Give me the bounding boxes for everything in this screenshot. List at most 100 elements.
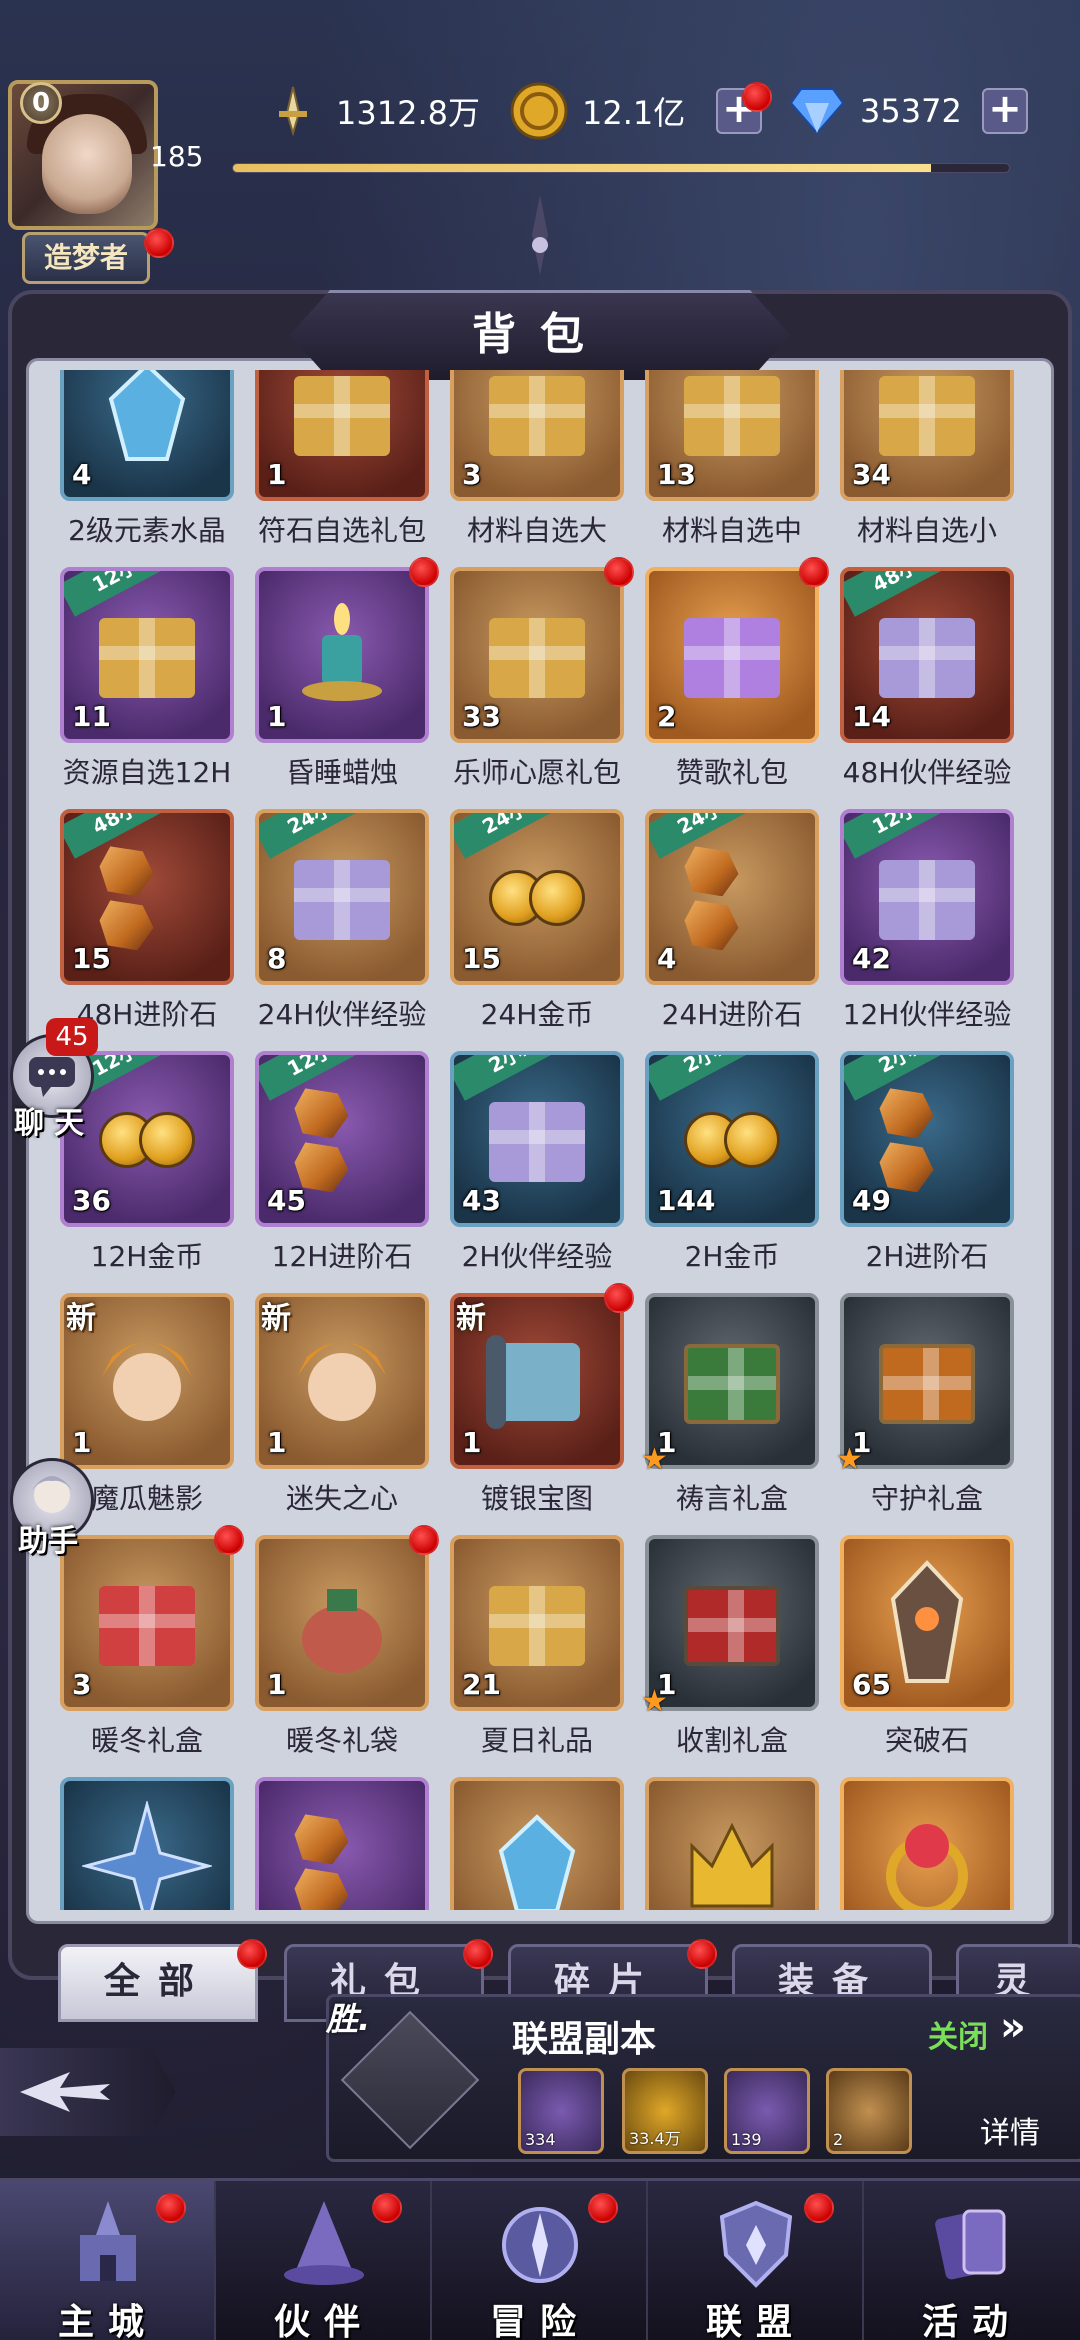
bag-item[interactable]: 2 赞歌礼包 — [645, 557, 829, 789]
item-name: 24H金币 — [480, 998, 594, 1031]
guild-close-button[interactable]: 关闭 — [928, 2012, 988, 2056]
item-tile[interactable]: 1 — [255, 1535, 429, 1711]
bag-item[interactable]: 新 1 魔瓜魅影 — [60, 1293, 234, 1515]
item-tile[interactable]: 24小时 8 — [255, 809, 429, 985]
item-tile[interactable]: 65 — [840, 1535, 1014, 1711]
item-tile[interactable]: 12小时 11 — [60, 567, 234, 743]
star-icon: ★ — [836, 1442, 863, 1477]
gift-box-icon — [879, 376, 975, 457]
bag-item[interactable]: 4 2级元素水晶 — [60, 370, 234, 547]
bag-item[interactable]: 24小时 8 24H伙伴经验 — [255, 809, 429, 1031]
item-tile[interactable]: 3 — [450, 370, 624, 501]
item-tile[interactable]: 3 — [60, 1535, 234, 1711]
item-tile[interactable] — [840, 1777, 1014, 1910]
item-tile[interactable]: 34 — [840, 370, 1014, 501]
bag-item[interactable]: 1 ★ 祷言礼盒 — [641, 1293, 819, 1515]
nav-partners[interactable]: 伙伴 — [216, 2181, 432, 2340]
reward-item[interactable]: 334 — [518, 2068, 604, 2154]
bag-item[interactable]: 12小时 42 12H伙伴经验 — [840, 809, 1014, 1031]
double-chevron-right-icon[interactable]: » — [1000, 2004, 1026, 2050]
item-tile[interactable]: 12小时 45 — [255, 1051, 429, 1227]
item-tile[interactable]: 24小时 4 — [645, 809, 819, 985]
item-tile[interactable]: 1 — [255, 370, 429, 501]
item-tile[interactable]: 新1 — [60, 1293, 234, 1469]
bag-item[interactable]: 24小时 4 24H进阶石 — [645, 809, 819, 1031]
item-tile[interactable]: 1 — [840, 1293, 1014, 1469]
item-tile[interactable]: 12小时 42 — [840, 809, 1014, 985]
bag-item[interactable] — [60, 1777, 234, 1910]
item-tile[interactable]: 4 — [60, 370, 234, 501]
item-tile[interactable] — [645, 1777, 819, 1910]
bag-item[interactable]: 3 材料自选大 — [450, 370, 624, 547]
item-tile[interactable]: 2小时 43 — [450, 1051, 624, 1227]
item-tile[interactable]: 21 — [450, 1535, 624, 1711]
bag-item[interactable]: 48小时 14 48H伙伴经验 — [840, 567, 1014, 789]
item-grid-inner: 4 2级元素水晶 1 符石自选礼包 3 材料自选大 13 材料自选中 34 材料自选小 12小时 11… — [60, 370, 1042, 1910]
bag-item[interactable]: 新 1 迷失之心 — [255, 1293, 429, 1515]
bag-item[interactable]: 2小时 43 2H伙伴经验 — [450, 1051, 624, 1273]
item-tile[interactable]: 24小时 15 — [450, 809, 624, 985]
reward-item[interactable]: 33.4万 — [622, 2068, 708, 2154]
bag-item[interactable]: 1 符石自选礼包 — [255, 370, 429, 547]
bag-item[interactable]: 65 突破石 — [840, 1535, 1014, 1757]
item-tile[interactable] — [255, 1777, 429, 1910]
bag-item[interactable]: 21 夏日礼品 — [450, 1535, 624, 1757]
item-tile[interactable]: 48小时 15 — [60, 809, 234, 985]
item-tile[interactable]: 2小时 144 — [645, 1051, 819, 1227]
bag-item[interactable]: 24小时 15 24H金币 — [450, 809, 624, 1031]
bag-item[interactable]: 34 材料自选小 — [840, 370, 1014, 547]
bag-item[interactable] — [255, 1777, 429, 1910]
item-tile[interactable]: 新1 — [255, 1293, 429, 1469]
item-tile[interactable]: 2 — [645, 567, 819, 743]
tab-all[interactable]: 全部 — [58, 1939, 267, 2022]
item-grid[interactable]: 4 2级元素水晶 1 符石自选礼包 3 材料自选大 13 材料自选中 34 材料自选小 12小时 11… — [38, 370, 1042, 1910]
bag-item[interactable] — [450, 1777, 624, 1910]
item-tile[interactable]: 1 — [645, 1535, 819, 1711]
add-diamond-button[interactable]: + — [982, 88, 1028, 134]
bag-item[interactable]: 2小时 144 2H金币 — [645, 1051, 819, 1273]
item-tile[interactable] — [450, 1777, 624, 1910]
bag-item[interactable]: 1 ★ 守护礼盒 — [836, 1293, 1014, 1515]
reward-item[interactable]: 139 — [724, 2068, 810, 2154]
item-tile[interactable]: 13 — [645, 370, 819, 501]
bag-item[interactable]: 13 材料自选中 — [645, 370, 819, 547]
nav-events[interactable]: 活动 — [864, 2181, 1080, 2340]
gold-coin-icon — [508, 80, 570, 142]
bag-item[interactable]: 2小时 49 2H进阶石 — [840, 1051, 1014, 1273]
reward-item[interactable]: 2 — [826, 2068, 912, 2154]
item-tile[interactable] — [60, 1777, 234, 1910]
bag-item[interactable]: 12小时 11 资源自选12H — [60, 567, 234, 789]
item-tile[interactable]: 新1 — [450, 1293, 624, 1469]
item-count: 15 — [462, 942, 501, 975]
item-count: 33 — [462, 700, 501, 733]
nav-main-city[interactable]: 主城 — [0, 2181, 216, 2340]
nav-alliance[interactable]: 联盟 — [648, 2181, 864, 2340]
bag-item[interactable]: 33 乐师心愿礼包 — [450, 557, 634, 789]
bag-item[interactable] — [840, 1777, 1014, 1910]
nav-adventure[interactable]: 冒险 — [432, 2181, 648, 2340]
shield-icon — [719, 2200, 793, 2288]
bag-item[interactable] — [645, 1777, 819, 1910]
item-tile[interactable]: 1 — [255, 567, 429, 743]
bag-item[interactable]: 1 暖冬礼袋 — [255, 1525, 439, 1757]
guild-details-button[interactable]: 详情 — [980, 2108, 1040, 2152]
item-count: 144 — [657, 1184, 716, 1217]
item-name: 暖冬礼袋 — [285, 1724, 398, 1757]
bag-item[interactable]: 新 1 镀银宝图 — [450, 1283, 634, 1515]
crystal-icon — [487, 1811, 587, 1910]
bag-item[interactable]: 1 昏睡蜡烛 — [255, 557, 439, 789]
item-name: 2H金币 — [684, 1240, 780, 1273]
item-count: 1 — [267, 700, 287, 733]
item-count: 1 — [72, 1426, 92, 1459]
item-tile[interactable]: 33 — [450, 567, 624, 743]
back-button[interactable] — [0, 2048, 176, 2136]
item-tile[interactable]: 1 — [645, 1293, 819, 1469]
player-title-badge[interactable]: 造梦者 — [22, 232, 150, 284]
item-tile[interactable]: 2小时 49 — [840, 1051, 1014, 1227]
bag-item[interactable]: 3 暖冬礼盒 — [60, 1525, 244, 1757]
notification-dot — [604, 557, 634, 587]
item-tile[interactable]: 48小时 14 — [840, 567, 1014, 743]
bag-item[interactable]: 48小时 15 48H进阶石 — [60, 809, 234, 1031]
bag-item[interactable]: 1 ★ 收割礼盒 — [641, 1535, 819, 1757]
bag-item[interactable]: 12小时 45 12H进阶石 — [255, 1051, 429, 1273]
